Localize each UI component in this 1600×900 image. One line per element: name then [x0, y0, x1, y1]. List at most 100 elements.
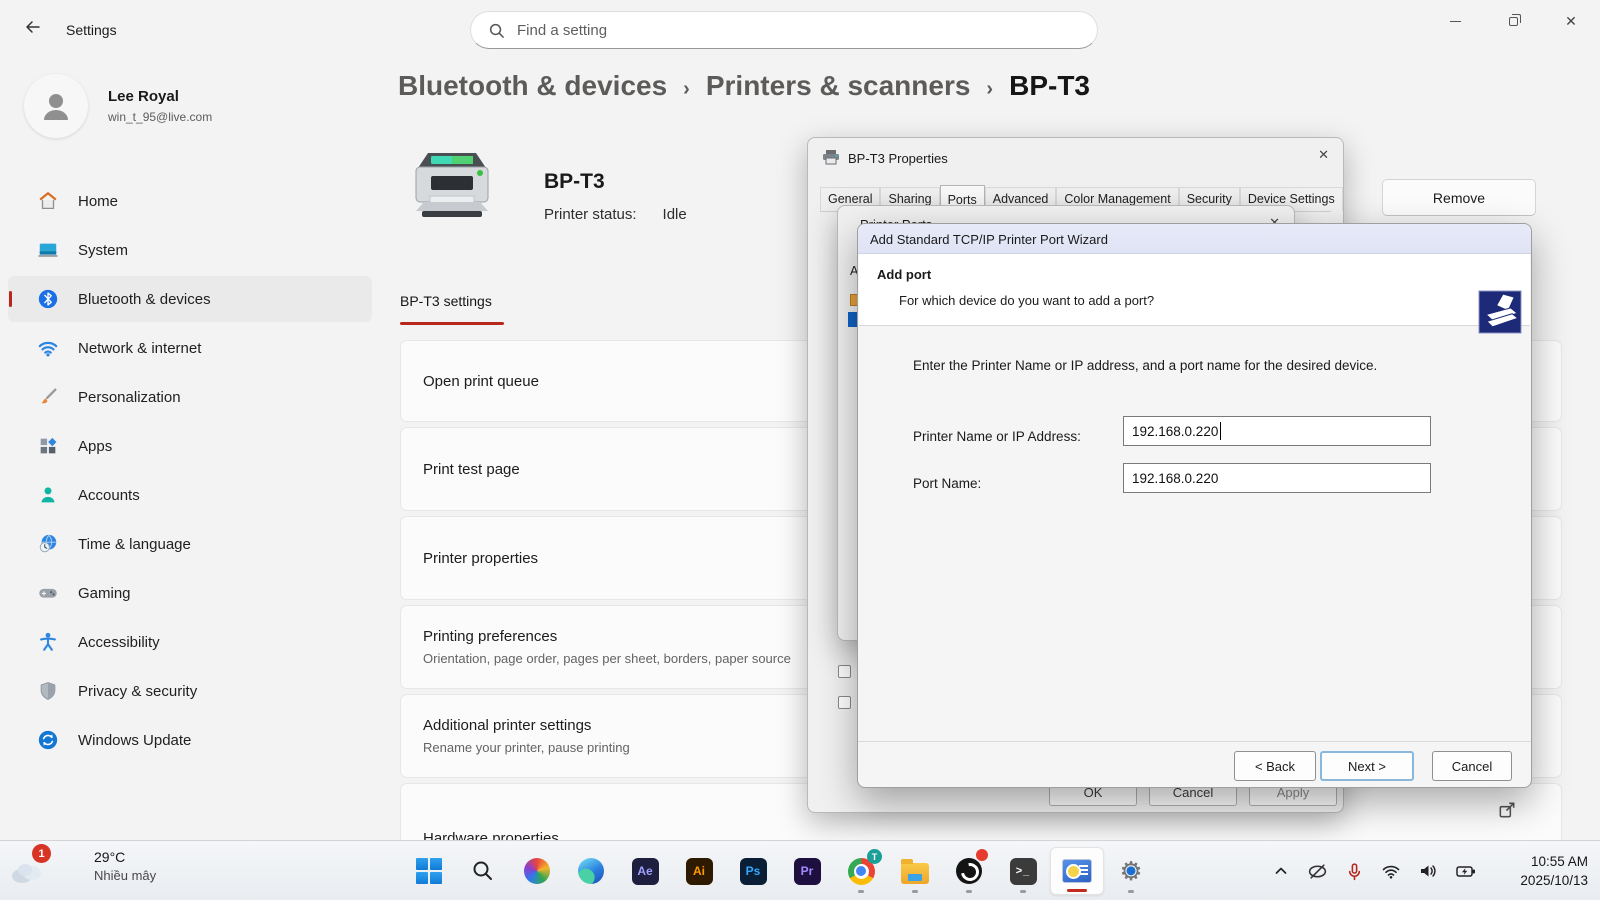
taskbar: 1 29°C Nhiều mây Ae Ai Ps Pr: [0, 840, 1600, 900]
restore-button[interactable]: [1484, 0, 1542, 42]
windows-logo-icon: [416, 858, 442, 884]
taskbar-active-window[interactable]: [1050, 847, 1104, 895]
sidebar: Lee Royal win_t_95@live.com Home System …: [0, 56, 380, 840]
sidebar-item-windows-update[interactable]: Windows Update: [8, 717, 372, 763]
bluetooth-icon: [36, 287, 60, 311]
microphone-icon[interactable]: [1345, 862, 1364, 881]
taskbar-search-button[interactable]: [456, 847, 510, 895]
port-name-field-wrap: [1123, 463, 1431, 493]
back-button[interactable]: [16, 14, 50, 44]
remove-button[interactable]: Remove: [1382, 179, 1536, 216]
taskbar-file-explorer[interactable]: [888, 847, 942, 895]
sidebar-item-home[interactable]: Home: [8, 178, 372, 224]
gear-icon: ⚙: [1117, 857, 1145, 885]
breadcrumb-bluetooth-devices[interactable]: Bluetooth & devices: [398, 70, 667, 102]
pooling-checkbox[interactable]: [838, 696, 851, 709]
volume-icon[interactable]: [1418, 861, 1438, 881]
personalization-icon: [36, 385, 60, 409]
photoshop-icon: Ps: [740, 858, 767, 885]
obs-recording-badge: [976, 849, 988, 861]
printer-status-label: Printer status:: [544, 206, 637, 223]
restore-icon: [1509, 17, 1518, 26]
back-button[interactable]: < Back: [1234, 751, 1316, 781]
printer-header: BP-T3 Printer status: Idle: [404, 146, 687, 229]
sidebar-item-label: Home: [78, 193, 118, 210]
tab-bp-t3-settings[interactable]: BP-T3 settings: [400, 293, 492, 309]
weather-widget[interactable]: 1 29°C Nhiều mây: [8, 847, 208, 895]
taskbar-edge[interactable]: [564, 847, 618, 895]
eye-off-icon[interactable]: [1307, 861, 1328, 882]
person-icon: [36, 86, 76, 126]
battery-icon[interactable]: [1455, 861, 1477, 881]
obs-icon: [956, 858, 982, 884]
sidebar-item-label: Privacy & security: [78, 683, 197, 700]
chevron-up-icon[interactable]: [1272, 862, 1290, 880]
taskbar-photoshop[interactable]: Ps: [726, 847, 780, 895]
properties-close-icon[interactable]: ✕: [1318, 147, 1329, 163]
wizard-header: Add port For which device do you want to…: [859, 254, 1530, 326]
search-box[interactable]: [470, 11, 1098, 49]
printer-ip-input[interactable]: [1123, 416, 1431, 446]
wizard-instruction: Enter the Printer Name or IP address, an…: [913, 358, 1377, 373]
sidebar-item-accessibility[interactable]: Accessibility: [8, 619, 372, 665]
back-arrow-icon: [24, 18, 42, 41]
sidebar-item-network-internet[interactable]: Network & internet: [8, 325, 372, 371]
sidebar-item-label: Time & language: [78, 536, 191, 553]
printer-small-icon: [822, 149, 840, 170]
sidebar-item-label: Bluetooth & devices: [78, 291, 211, 308]
shield-icon: [36, 679, 60, 703]
sidebar-item-label: Gaming: [78, 585, 131, 602]
clock[interactable]: 10:55 AM 2025/10/13: [1520, 852, 1588, 890]
port-name-input[interactable]: [1123, 463, 1431, 493]
taskbar-after-effects[interactable]: Ae: [618, 847, 672, 895]
network-icon: [36, 336, 60, 360]
search-input[interactable]: [517, 13, 1077, 47]
taskbar-settings[interactable]: ⚙: [1104, 847, 1158, 895]
weather-temperature: 29°C: [94, 849, 156, 865]
taskbar-obs[interactable]: [942, 847, 996, 895]
terminal-icon: >_: [1010, 858, 1037, 885]
app-title: Settings: [66, 22, 117, 38]
next-button[interactable]: Next >: [1320, 751, 1414, 781]
wizard-separator: [858, 741, 1531, 742]
sidebar-item-accounts[interactable]: Accounts: [8, 472, 372, 518]
home-icon: [36, 189, 60, 213]
taskbar-terminal[interactable]: >_: [996, 847, 1050, 895]
sidebar-item-personalization[interactable]: Personalization: [8, 374, 372, 420]
sidebar-item-privacy-security[interactable]: Privacy & security: [8, 668, 372, 714]
taskbar-premiere[interactable]: Pr: [780, 847, 834, 895]
sidebar-item-gaming[interactable]: Gaming: [8, 570, 372, 616]
weather-condition: Nhiều mây: [94, 868, 156, 883]
close-button[interactable]: ✕: [1542, 0, 1600, 42]
wifi-icon[interactable]: [1381, 861, 1401, 881]
taskbar-tray: [1272, 841, 1477, 900]
breadcrumb-current-page: BP-T3: [1009, 70, 1090, 102]
taskbar-illustrator[interactable]: Ai: [672, 847, 726, 895]
printer-name: BP-T3: [544, 170, 687, 194]
sidebar-item-system[interactable]: System: [8, 227, 372, 273]
breadcrumb-printers-scanners[interactable]: Printers & scanners: [706, 70, 971, 102]
copilot-icon: [524, 858, 550, 884]
properties-dialog-title: BP-T3 Properties: [848, 151, 948, 166]
minimize-button[interactable]: [1426, 0, 1484, 42]
bidirectional-checkbox[interactable]: [838, 665, 851, 678]
taskbar-chrome[interactable]: T: [834, 847, 888, 895]
sidebar-item-label: Network & internet: [78, 340, 201, 357]
cancel-button[interactable]: Cancel: [1432, 751, 1512, 781]
tcpip-port-wizard-dialog: Add Standard TCP/IP Printer Port Wizard …: [857, 223, 1532, 788]
text-caret: [1220, 422, 1221, 440]
search-icon: [488, 22, 505, 39]
clock-date: 2025/10/13: [1520, 871, 1588, 890]
external-link-icon[interactable]: [1497, 800, 1517, 825]
taskbar-start-button[interactable]: [402, 847, 456, 895]
wizard-printer-icon: [1478, 290, 1522, 339]
settings-titlebar: Settings ✕: [0, 0, 1600, 56]
breadcrumb-separator: ›: [986, 78, 993, 101]
avatar[interactable]: [24, 74, 88, 138]
sidebar-item-bluetooth-devices[interactable]: Bluetooth & devices: [8, 276, 372, 322]
sidebar-item-time-language[interactable]: Time & language: [8, 521, 372, 567]
accounts-icon: [36, 483, 60, 507]
close-icon: ✕: [1565, 13, 1577, 30]
sidebar-item-apps[interactable]: Apps: [8, 423, 372, 469]
taskbar-copilot[interactable]: [510, 847, 564, 895]
